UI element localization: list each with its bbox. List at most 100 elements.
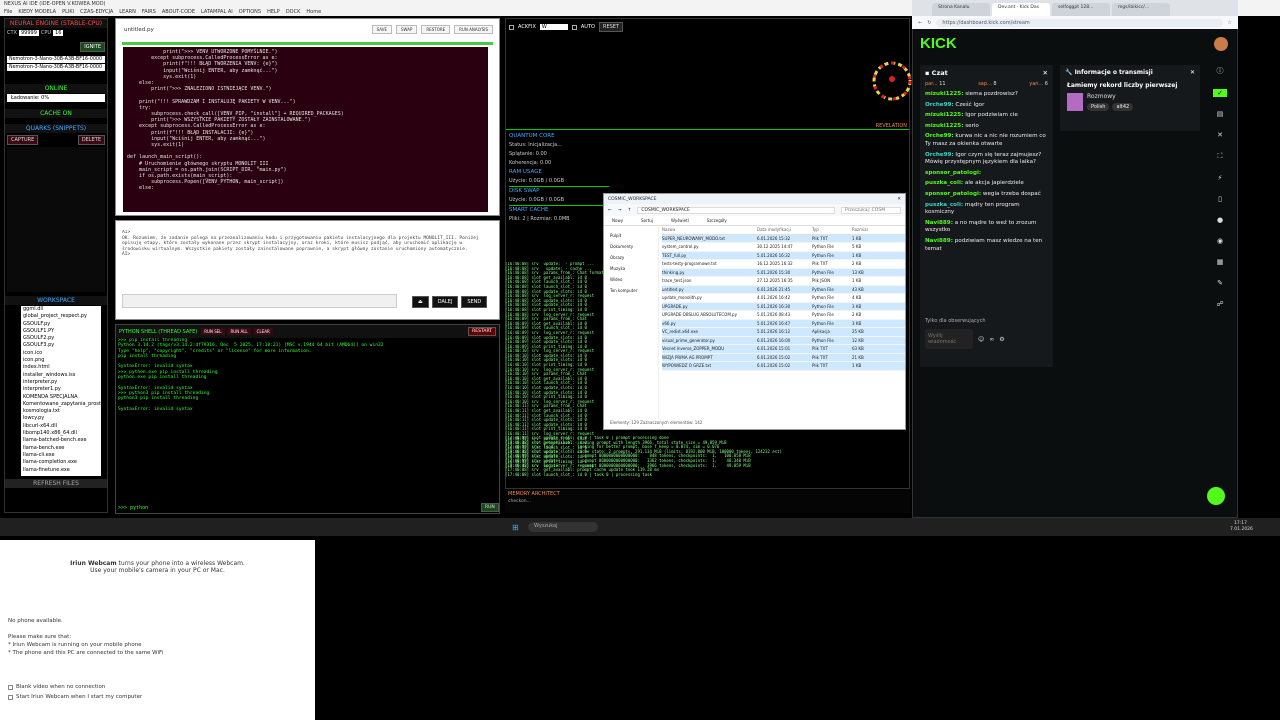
workspace-file[interactable]: GSOULF2.py (23, 335, 101, 342)
chat-username[interactable]: mizuki1225: (925, 112, 963, 118)
menu-item-5[interactable]: FAIRS (142, 9, 156, 15)
menu-item-8[interactable]: OPTIONS (239, 9, 261, 15)
workspace-file[interactable]: interpreter1.py (23, 386, 101, 393)
star-icon[interactable]: ☆ (1228, 20, 1232, 26)
explorer-toolbar-item[interactable]: Wyświetl (671, 218, 689, 223)
editor-filename[interactable]: untitled.py (124, 27, 372, 33)
explorer-file-row[interactable]: TEST_full.py 5.01.2026 16:32 Python File 1 … (662, 251, 905, 260)
model-item[interactable]: Nemotron-3-Nano-30B-A3B-BF16-0000 (7, 64, 105, 71)
explorer-toolbar-item[interactable]: Sortuj (641, 218, 653, 223)
workspace-file[interactable]: llama-bench.exe (23, 445, 101, 452)
explorer-file-row[interactable]: UPGRADE.py 5.01.2026 16:30 Python File 3 KB (662, 302, 905, 311)
chat-bubble-icon[interactable]: ● (1217, 216, 1223, 224)
workspace-file[interactable]: kosmologia.txt (23, 408, 101, 415)
back-arrow-icon[interactable]: ← (608, 208, 612, 213)
back-icon[interactable]: ← (918, 20, 922, 26)
explorer-file-row[interactable]: SUPER_NEUROWANY_MODO.txt 6.01.2026 15:32 P… (662, 234, 905, 243)
menu-item-2[interactable]: PLIKI (62, 9, 74, 15)
card-icon[interactable]: ▯ (1218, 195, 1222, 203)
explorer-sidebar-item[interactable]: Muzyka (610, 263, 658, 274)
chat-username[interactable]: mizuki1225: (925, 123, 963, 129)
explorer-file-row[interactable]: untitled.py 6.01.2026 21:45 Python File 43 … (662, 285, 905, 294)
workspace-file-list[interactable]: ggml.dll global_project_respect.py GSOULF.… (21, 306, 101, 476)
editor-button-2[interactable]: RESTORE (421, 25, 451, 34)
check-icon[interactable]: ✓ (1213, 89, 1227, 97)
browser-tab[interactable]: mgs/ibikicc/... (1112, 3, 1170, 16)
chat-input[interactable]: Wyślij wiadomość (925, 329, 973, 349)
users-icon[interactable]: ☍ (1216, 300, 1223, 308)
stream-category[interactable]: Rozmowy (1087, 93, 1133, 100)
explorer-tab[interactable]: COSMIC_WORKSPACE (608, 197, 656, 202)
workspace-file[interactable]: llama-finetune.exe (23, 467, 101, 474)
workspace-file[interactable]: ggml.dll (23, 306, 101, 313)
forward-arrow-icon[interactable]: → (618, 208, 622, 213)
tag-polish[interactable]: Polish (1087, 103, 1110, 111)
url-field[interactable]: https://dashboard.kick.com/stream (936, 18, 1223, 27)
chat-username[interactable]: Orche99: (925, 102, 954, 108)
menu-item-1[interactable]: KIEDY MODELA (18, 9, 56, 15)
output-button-2[interactable]: SEND (461, 296, 488, 308)
workspace-file[interactable]: libomp140.x86_64.dll (23, 430, 101, 437)
blank-video-checkbox[interactable] (8, 684, 13, 690)
menu-item-7[interactable]: LATAMPAL AI (201, 9, 233, 15)
snippet-list[interactable] (7, 147, 105, 292)
explorer-file-row[interactable]: tests-testy-programowe.txt 16.12.2025 16:… (662, 260, 905, 269)
output-button-0[interactable]: ⏏ (412, 296, 429, 308)
delete-button[interactable]: DELETE (77, 135, 105, 145)
explorer-file-row[interactable]: system_control.py 30.12.2025 14:47 Python … (662, 243, 905, 252)
workspace-file[interactable]: libcurl-x64.dll (23, 423, 101, 430)
explorer-file-row[interactable]: thinking.py 5.01.2026 15:30 Python File 13 … (662, 268, 905, 277)
chat-username[interactable]: Orche99: (925, 152, 954, 158)
avatar[interactable] (1214, 37, 1228, 51)
restart-button[interactable]: RESTART (468, 327, 496, 336)
explorer-sidebar-item[interactable]: Dokumenty (610, 241, 658, 252)
support-icon[interactable] (1207, 487, 1225, 505)
editor-button-0[interactable]: SAVE (371, 25, 392, 34)
windows-start-icon[interactable]: ⊞ (512, 523, 519, 532)
chat-close-icon[interactable]: ✕ (1043, 69, 1048, 77)
w-input[interactable]: W (539, 24, 568, 30)
calendar-icon[interactable]: ▦ (1217, 258, 1224, 266)
workspace-file[interactable]: Komentowane_zapytania_prostb (23, 401, 101, 408)
broadcast-icon[interactable]: ◉ (1217, 237, 1223, 245)
chat-username[interactable]: puszka_coli: (925, 202, 963, 208)
workspace-file[interactable]: global_project_respect.py (23, 313, 101, 320)
explorer-toolbar-item[interactable]: Szczegóły (707, 218, 727, 223)
info-icon[interactable]: ⓘ (1217, 66, 1224, 76)
menu-item-6[interactable]: ABOUT-CODE (162, 9, 195, 15)
ignite-button[interactable]: IGNITE (80, 42, 105, 52)
ctx-input[interactable]: 99999 (18, 30, 39, 36)
reset-button[interactable]: RESET (598, 22, 623, 32)
shell-button-2[interactable]: CLEAR (253, 328, 273, 335)
menu-item-9[interactable]: HELP (267, 9, 280, 15)
cpu-input[interactable]: 16 (53, 30, 64, 36)
editor-button-3[interactable]: RUN ANALYSIS (454, 25, 493, 34)
chat-username[interactable]: puszka_coli: (925, 180, 963, 186)
taskbar-search[interactable]: Wyszukaj (528, 522, 598, 532)
explorer-file-row[interactable]: trace_test.json 27.12.2025 16:35 Plik JSON… (662, 277, 905, 286)
workspace-file[interactable]: KOMENDA SPECJALNA (23, 394, 101, 401)
shell-button-0[interactable]: RUN SEL (201, 328, 225, 335)
auto-checkbox[interactable] (571, 24, 577, 30)
explorer-column-header[interactable]: Typ (812, 227, 852, 232)
explorer-file-row[interactable]: Vesnet Inverse_ZOPPER_MODU 6.01.2026 15:0… (662, 345, 905, 354)
workspace-file[interactable]: llama-cli.exe (23, 452, 101, 459)
layout-icon[interactable]: ▤ (1217, 110, 1224, 118)
ackfix-checkbox[interactable] (509, 24, 514, 30)
menu-item-3[interactable]: CZAS-EDYCJA (80, 9, 113, 15)
chat-username[interactable]: sponsor_patologi: (925, 191, 981, 197)
workspace-file[interactable]: icon.ico (23, 350, 101, 357)
workspace-file[interactable]: lowcy.py (23, 415, 101, 422)
output-button-1[interactable]: DALEJ (431, 296, 459, 308)
lightning-icon[interactable]: ⚡ (1218, 174, 1223, 182)
chat-username[interactable]: sponsor_patologi: (925, 170, 981, 176)
explorer-close-icon[interactable]: ✕ (897, 197, 901, 202)
explorer-search[interactable]: Przeszukaj: COSM (841, 206, 901, 214)
explorer-file-row[interactable]: update_monolith.py 4.01.2026 16:42 Python … (662, 294, 905, 303)
model-item[interactable]: Nemotron-3-Nano-30B-A3B-BF16-0000 (7, 56, 105, 63)
up-arrow-icon[interactable]: ↑ (628, 208, 632, 213)
explorer-column-header[interactable]: Rozmiar (852, 227, 872, 232)
close-icon[interactable]: ✕ (1217, 131, 1223, 139)
workspace-file[interactable]: index.html (23, 364, 101, 371)
link-icon[interactable]: ∞ (989, 336, 994, 343)
